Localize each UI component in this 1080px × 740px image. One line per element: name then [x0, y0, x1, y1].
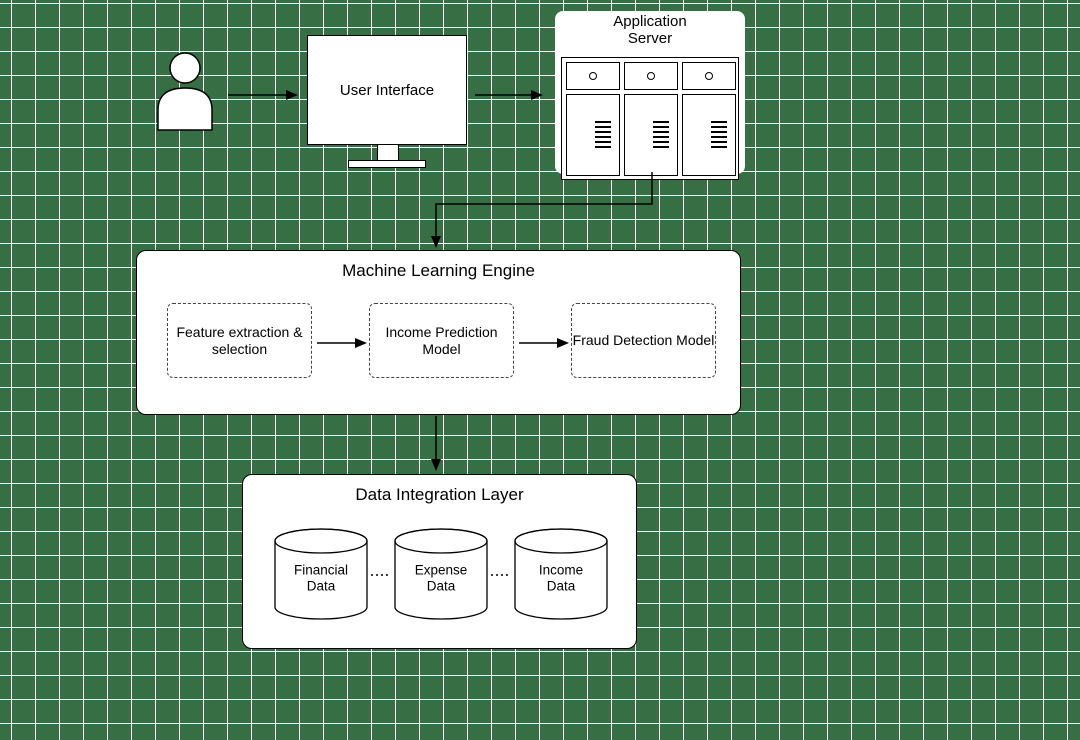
dotted-connector-icon — [371, 572, 391, 578]
person-icon — [150, 50, 220, 140]
application-server-node: Application Server — [555, 11, 745, 174]
data-integration-panel: Data Integration Layer FinancialData Exp… — [242, 474, 637, 649]
ml-engine-panel: Machine Learning Engine Feature extracti… — [136, 250, 741, 415]
db-label: Data — [427, 578, 456, 593]
expense-data-db: ExpenseData — [391, 527, 491, 627]
db-label: Financial — [294, 563, 348, 578]
feature-extraction-label: Feature extraction & selection — [168, 324, 311, 358]
fraud-detection-label: Fraud Detection Model — [573, 332, 715, 349]
app-server-title2: Server — [628, 30, 672, 47]
db-label: Income — [539, 563, 583, 578]
income-prediction-node: Income Prediction Model — [369, 303, 514, 378]
arrow-icon — [475, 85, 543, 105]
db-label: Expense — [415, 563, 468, 578]
arrow-icon — [426, 416, 446, 471]
feature-extraction-node: Feature extraction & selection — [167, 303, 312, 378]
dotted-connector-icon — [491, 572, 511, 578]
arrow-icon — [519, 333, 569, 353]
arrow-icon — [317, 333, 367, 353]
db-label: Data — [307, 578, 336, 593]
arrow-icon — [228, 85, 298, 105]
income-data-db: IncomeData — [511, 527, 611, 627]
income-prediction-label: Income Prediction Model — [370, 324, 513, 358]
ml-engine-title: Machine Learning Engine — [137, 261, 740, 281]
financial-data-db: FinancialData — [271, 527, 371, 627]
arrow-icon — [430, 172, 660, 250]
user-interface-label: User Interface — [340, 82, 434, 99]
app-server-title1: Application — [613, 13, 686, 30]
data-integration-title: Data Integration Layer — [243, 485, 636, 505]
db-label: Data — [547, 578, 576, 593]
fraud-detection-node: Fraud Detection Model — [571, 303, 716, 378]
